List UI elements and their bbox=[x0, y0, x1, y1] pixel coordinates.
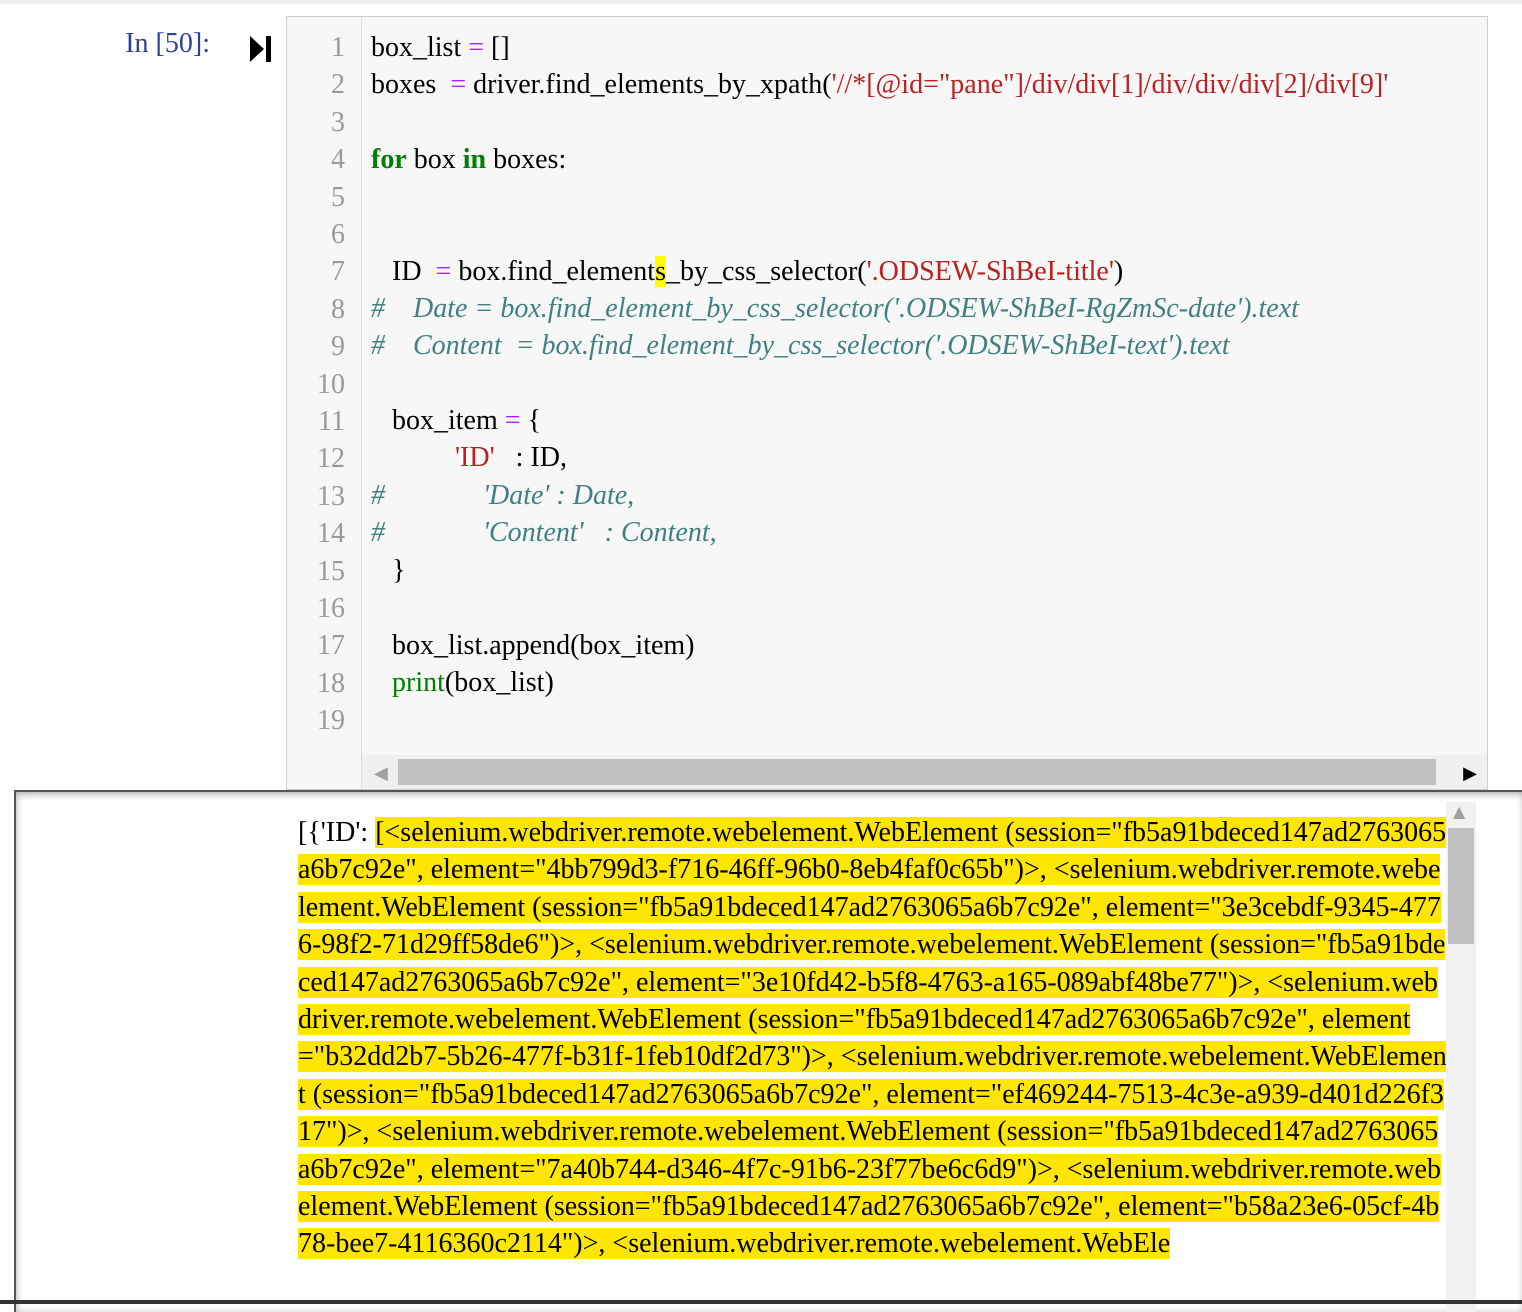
line-number: 11 bbox=[318, 406, 345, 437]
top-border bbox=[0, 0, 1522, 4]
line-number: 10 bbox=[317, 368, 345, 400]
vertical-scrollbar[interactable]: ▲ bbox=[1446, 802, 1476, 1312]
code-line-7: ID = box.find_elements_by_css_selector('… bbox=[371, 256, 1124, 287]
line-number: 16 bbox=[317, 593, 345, 624]
line-number: 12 bbox=[317, 443, 345, 475]
code-line-4: for box in boxes: bbox=[371, 144, 567, 175]
line-number: 15 bbox=[317, 555, 345, 587]
line-number: 2 bbox=[331, 69, 345, 101]
line-number: 13 bbox=[317, 480, 345, 512]
line-number: 5 bbox=[331, 181, 345, 213]
code-line-13: # 'Date' : Date, bbox=[371, 480, 635, 511]
arrow-up-icon[interactable]: ▲ bbox=[1453, 802, 1465, 821]
arrow-right-icon[interactable]: ▶ bbox=[1463, 763, 1477, 784]
code-line-1: box_list = [] bbox=[371, 32, 510, 63]
code-line-8: # Date = box.find_element_by_css_selecto… bbox=[371, 293, 1299, 324]
line-number: 3 bbox=[331, 106, 345, 138]
output-text: [{'ID': [<selenium.webdriver.remote.webe… bbox=[298, 817, 1447, 1260]
scrollbar-thumb[interactable] bbox=[398, 759, 1436, 785]
horizontal-scrollbar[interactable]: ◀ ▶ bbox=[362, 755, 1487, 789]
line-number: 7 bbox=[331, 256, 345, 288]
code-line-14: # 'Content' : Content, bbox=[371, 517, 717, 548]
step-run-icon[interactable] bbox=[250, 36, 272, 62]
line-number: 6 bbox=[331, 219, 345, 250]
arrow-left-icon[interactable]: ◀ bbox=[374, 763, 388, 784]
line-number-gutter: 1 2 3 4 5 6 7 8 9 10 11 12 13 14 15 16 17 18 19 bbox=[287, 17, 362, 789]
code-line-12: 'ID' : ID, bbox=[455, 442, 567, 473]
line-number: 4 bbox=[331, 144, 345, 176]
code-line-15: } bbox=[371, 555, 406, 586]
line-number: 9 bbox=[331, 331, 345, 363]
bottom-border bbox=[0, 1300, 1522, 1304]
line-number: 14 bbox=[317, 518, 345, 550]
code-line-18: print(box_list) bbox=[392, 667, 554, 698]
output-area: [{'ID': [<selenium.webdriver.remote.webe… bbox=[14, 790, 1522, 1312]
code-line-11: box_item = { bbox=[371, 405, 542, 436]
code-line-17: box_list.append(box_item) bbox=[371, 630, 695, 661]
line-number: 19 bbox=[317, 705, 345, 737]
input-prompt: In [50]: bbox=[125, 28, 210, 59]
line-number: 18 bbox=[317, 667, 345, 699]
code-editor[interactable]: 1 2 3 4 5 6 7 8 9 10 11 12 13 14 15 16 17 18 19 box_list =… bbox=[286, 16, 1488, 790]
scrollbar-thumb-vertical[interactable] bbox=[1448, 828, 1474, 944]
code-line-9: # Content = box.find_element_by_css_sele… bbox=[371, 330, 1230, 361]
line-number: 17 bbox=[317, 630, 345, 662]
text-cursor-highlight: s bbox=[655, 256, 666, 287]
code-line-2: boxes = driver.find_elements_by_xpath('/… bbox=[371, 69, 1389, 100]
line-number: 1 bbox=[331, 32, 345, 63]
line-number: 8 bbox=[331, 293, 345, 325]
